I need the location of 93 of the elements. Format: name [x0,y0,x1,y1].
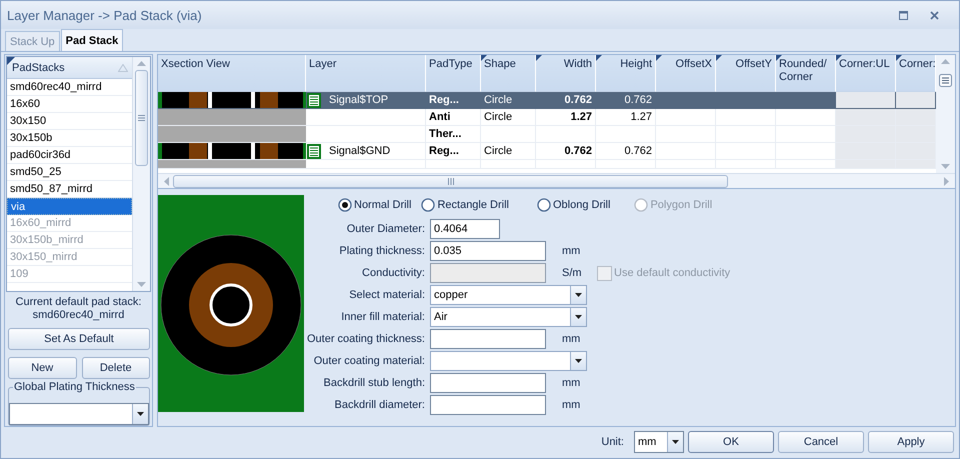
layer-list-icon [307,92,321,108]
dropdown-arrow-icon [575,359,582,363]
dropdown-arrow-icon [575,315,582,319]
scrollbar-thumb[interactable] [135,70,148,166]
field-label: Inner fill material: [340,311,426,323]
caption-text: Current default pad stack: [14,296,142,309]
set-as-default-button[interactable]: Set As Default [8,328,150,350]
close-icon[interactable] [930,10,939,20]
column-header[interactable]: PadStacks [7,57,132,79]
corner-mark-icon [481,55,487,61]
dialog-button[interactable]: OK [688,430,774,452]
unit-label: Unit: [601,436,624,448]
corner-mark-icon [7,57,15,65]
delete-button[interactable]: Delete [82,357,150,379]
dropdown-field[interactable]: Air [430,307,587,327]
header-label: PadStacks [12,62,65,74]
dropdown-arrow-icon [575,293,582,297]
field-label: Backdrill diameter: [334,399,426,411]
radio-label[interactable]: Oblong Drill [552,199,610,211]
table-row[interactable]: Anti Circle 1.27 1.27 [158,109,936,126]
grip-icon [138,115,145,121]
column-header[interactable]: PadType [426,55,481,92]
scroll-down-icon[interactable] [137,282,146,287]
table-cell: Signal$GND [329,145,390,157]
table-row[interactable]: Signal$TOP Reg... Circle 0.762 0.762 [158,92,936,109]
radio-button[interactable] [536,198,551,212]
radio-label[interactable]: Rectangle Drill [437,199,509,211]
list-item[interactable]: via [7,198,132,215]
grid-menu-icon[interactable] [939,74,952,87]
input-field[interactable]: 0.4064 [430,219,500,239]
corner-mark-icon [716,55,722,61]
group-title: Global Plating Thickness [13,381,136,393]
column-header[interactable]: Rounded/ Corner [776,55,836,92]
dialog-button[interactable]: Cancel [778,430,864,452]
input-field[interactable]: 0.035 [430,241,546,261]
column-header[interactable]: Layer [306,55,426,92]
table-cell: Signal$TOP [329,94,388,106]
table-row[interactable]: Signal$GND Reg... Circle 0.762 0.762 [158,143,936,160]
tab[interactable]: Pad Stack [60,29,124,51]
scroll-left-icon[interactable] [164,176,169,186]
input-field[interactable] [430,329,546,349]
unit-label: S/m [561,267,582,279]
field-label: Backdrill stub length: [322,377,426,389]
field-label: Plating thickness: [338,245,426,257]
dropdown-field[interactable]: copper [430,285,587,305]
table-row[interactable] [158,160,936,169]
dropdown-arrow-icon [672,440,679,444]
scroll-up-icon[interactable] [941,59,950,64]
default-pad-stack-name: smd60rec40_mirrd [32,309,126,322]
layer-list-icon [307,144,321,158]
dialog-button[interactable]: Apply [868,430,954,452]
scroll-right-icon[interactable] [944,176,949,186]
corner-mark-icon [596,55,602,61]
grip-icon [448,178,454,184]
scroll-down-icon[interactable] [941,164,950,169]
dropdown-field[interactable] [430,351,587,371]
corner-mark-icon [656,55,662,61]
column-header[interactable]: Height [596,55,656,92]
column-header[interactable]: Corner:UL [836,55,896,92]
corner-mark-icon [776,55,782,61]
maximize-icon[interactable] [899,10,908,20]
dropdown-arrow-icon [137,412,144,416]
scrollbar-thumb[interactable] [173,174,728,188]
unit-label: mm [561,333,580,345]
corner-mark-icon [836,55,842,61]
corner-mark-icon [896,55,902,61]
plating-thickness-combo[interactable] [9,403,149,425]
radio-label[interactable]: Normal Drill [354,199,412,211]
column-header[interactable]: Shape [481,55,536,92]
column-header[interactable]: Xsection View [158,55,306,92]
input-field[interactable] [430,395,546,415]
field-label: Outer Diameter: [346,223,426,235]
field-label: Outer coating material: [312,355,426,367]
radio-button[interactable] [421,198,436,212]
corner-mark-icon [536,55,542,61]
column-header[interactable]: OffsetX [656,55,716,92]
sort-icon[interactable] [118,64,128,72]
unit-label: mm [561,245,580,257]
scroll-up-icon[interactable] [137,61,146,66]
unit-dropdown[interactable]: mm [634,430,684,452]
input-field[interactable] [430,373,546,393]
new-button[interactable]: New [8,357,76,379]
field-label: Conductivity: [361,267,426,279]
column-header[interactable]: Corner: [896,55,936,92]
column-header[interactable]: Width [536,55,596,92]
unit-label: mm [561,377,580,389]
unit-label: mm [561,399,580,411]
radio-button[interactable] [338,198,352,212]
field-label: Select material: [348,289,426,301]
table-row[interactable]: Ther... [158,126,936,143]
field-label: Outer coating thickness: [306,333,426,345]
column-header[interactable]: OffsetY [716,55,776,92]
window-title: Layer Manager -> Pad Stack (via) [7,8,203,22]
